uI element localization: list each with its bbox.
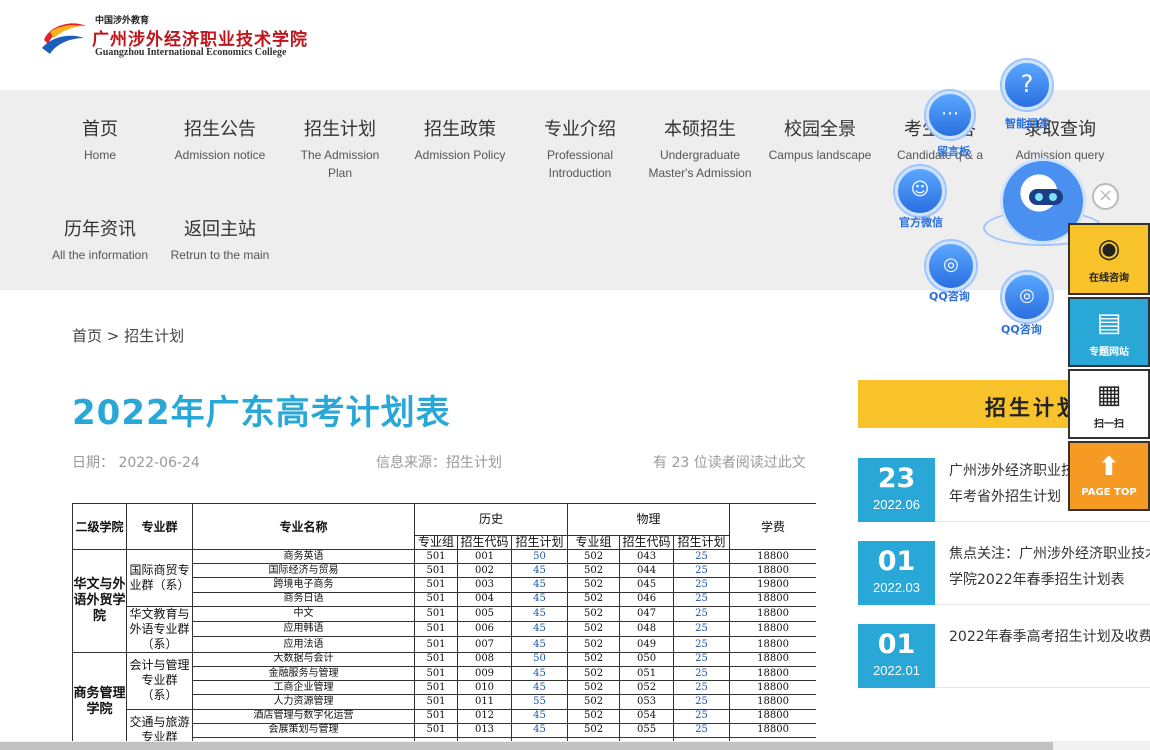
scan-qr-tile[interactable]: ▦ 扫一扫 bbox=[1068, 369, 1150, 439]
college-logo[interactable]: 中国涉外教育 广州涉外经济职业技术学院 Guangzhou Internatio… bbox=[40, 12, 340, 62]
header-hist-plan: 招生计划 bbox=[510, 534, 569, 551]
header-major: 专业名称 bbox=[192, 503, 415, 550]
message-board-label: 留言板 bbox=[937, 145, 970, 158]
nav-item-admission-notice[interactable]: 招生公告 Admission notice bbox=[160, 116, 280, 164]
table-row: 商务管理学院 会计与管理专业群（系） 大数据与会计 501 008 50 502 050 2… bbox=[72, 651, 816, 741]
smart-qa-label: 智能问答 bbox=[1005, 117, 1049, 130]
header-phys-plan: 招生计划 bbox=[673, 534, 731, 551]
qr-code-icon: ▦ bbox=[1096, 380, 1122, 410]
arrow-up-icon: ⬆ bbox=[1098, 452, 1120, 482]
news-title[interactable]: 2022年春季高考招生计划及收费 bbox=[949, 624, 1150, 680]
topic-site-tile[interactable]: ▤ 专题网站 bbox=[1068, 297, 1150, 367]
nav-item-campus-landscape[interactable]: 校园全景 Campus landscape bbox=[760, 116, 880, 164]
nav-item-home[interactable]: 首页 Home bbox=[40, 116, 160, 164]
online-consult-tile[interactable]: ◉ 在线咨询 bbox=[1068, 223, 1150, 295]
wechat-label: 官方微信 bbox=[899, 216, 943, 229]
header-history: 历史 bbox=[413, 503, 569, 536]
breadcrumb: 首页 > 招生计划 bbox=[72, 325, 184, 346]
nav-item-information[interactable]: 历年资讯 All the information bbox=[40, 216, 160, 264]
globe-icon: ◎ bbox=[943, 254, 959, 275]
news-date-badge: 23 2022.06 bbox=[858, 458, 935, 522]
inbox-icon: ▤ bbox=[1096, 308, 1122, 338]
nav-item-undergrad-master[interactable]: 本硕招生 Undergraduate Master's Admission bbox=[640, 116, 760, 182]
group-cell: 交通与旅游专业群 bbox=[126, 708, 193, 741]
header-hist-code: 招生代码 bbox=[457, 534, 512, 551]
nav-item-professional-intro[interactable]: 专业介绍 Professional Introduction bbox=[520, 116, 640, 182]
nav-item-admission-plan[interactable]: 招生计划 The Admission Plan bbox=[280, 116, 400, 182]
smart-qa-button[interactable]: ? bbox=[1002, 60, 1052, 110]
news-item[interactable]: 01 2022.03 焦点关注：广州涉外经济职业技术学院2022年春季招生计划表 bbox=[858, 541, 1150, 605]
wechat-icon: ☺ bbox=[910, 179, 930, 200]
qq-penguin-icon: ◉ bbox=[1097, 234, 1121, 264]
qq-consult-label-1: QQ咨询 bbox=[929, 290, 970, 303]
article-date: 日期： 2022-06-24 bbox=[72, 455, 200, 471]
breadcrumb-separator: > bbox=[106, 327, 120, 345]
page-top-tile[interactable]: ⬆ PAGE TOP bbox=[1068, 441, 1150, 511]
wechat-button[interactable]: ☺ bbox=[895, 166, 945, 216]
sidebar-title: 招生计划 bbox=[985, 396, 1081, 420]
robot-eyes bbox=[1029, 189, 1063, 205]
header-group: 专业群 bbox=[126, 503, 193, 550]
admission-plan-table: 二级学院 专业群 专业名称 历史 物理 学费 专业组 招生代码 招生计划 专业组… bbox=[72, 503, 816, 741]
news-title[interactable]: 焦点关注：广州涉外经济职业技术学院2022年春季招生计划表 bbox=[949, 541, 1150, 597]
table-row: 华文教育与外语专业群（系） 中文 501 005 45 502 047 25 18800 bbox=[73, 605, 816, 653]
article-title: 2022年广东高考计划表 bbox=[72, 393, 451, 433]
group-cell: 国际商贸专业群（系） bbox=[126, 549, 193, 607]
qq-consult-label-2: QQ咨询 bbox=[1001, 323, 1042, 336]
nav-item-admission-policy[interactable]: 招生政策 Admission Policy bbox=[400, 116, 520, 164]
group-cell: 华文教育与外语专业群（系） bbox=[126, 605, 193, 653]
divider bbox=[935, 521, 1150, 522]
article-source: 信息来源：招生计划 bbox=[376, 455, 502, 471]
dept-cell: 华文与外语外贸学院 bbox=[72, 549, 127, 653]
qq-consult-button-1[interactable]: ◎ bbox=[926, 241, 976, 291]
question-icon: ? bbox=[1020, 70, 1034, 98]
horizontal-scrollbar[interactable] bbox=[0, 741, 1150, 750]
news-item[interactable]: 01 2022.01 2022年春季高考招生计划及收费 bbox=[858, 624, 1150, 688]
header-dept: 二级学院 bbox=[72, 503, 127, 550]
table-row: 交通与旅游专业群 酒店管理与数字化运营 501 012 45 502 054 25 18800 bbox=[73, 708, 816, 741]
header-phys-group: 专业组 bbox=[567, 534, 621, 551]
group-cell: 会计与管理专业群（系） bbox=[126, 651, 193, 710]
admission-plan-table-wrapper: 二级学院 专业群 专业名称 历史 物理 学费 专业组 招生代码 招生计划 专业组… bbox=[72, 503, 816, 741]
scrollbar-thumb[interactable] bbox=[0, 742, 1053, 750]
dept-cell: 商务管理学院 bbox=[72, 651, 127, 741]
divider bbox=[935, 687, 1150, 688]
message-board-button[interactable]: ⋯ bbox=[926, 91, 974, 139]
nav-item-return-main[interactable]: 返回主站 Retrun to the main bbox=[160, 216, 280, 264]
header-phys-code: 招生代码 bbox=[619, 534, 675, 551]
article-read-count: 有 23 位读者阅读过此文 bbox=[653, 455, 806, 471]
news-date-badge: 01 2022.03 bbox=[858, 541, 935, 605]
close-icon[interactable]: × bbox=[1092, 183, 1119, 210]
logo-emblem-icon bbox=[42, 23, 86, 54]
breadcrumb-home-link[interactable]: 首页 bbox=[72, 327, 102, 345]
main-nav: 首页 Home 招生公告 Admission notice 招生计划 The Admi… bbox=[0, 90, 1150, 290]
header-fee: 学费 bbox=[729, 503, 816, 550]
header-physics: 物理 bbox=[567, 503, 731, 536]
globe-icon: ◎ bbox=[1019, 285, 1035, 306]
logo-english-name: Guangzhou International Economics Colleg… bbox=[95, 47, 287, 58]
table-row: 华文与外语外贸学院 国际商贸专业群（系） 商务英语 501 001 50 502 043 2… bbox=[72, 548, 816, 653]
qq-consult-button-2[interactable]: ◎ bbox=[1002, 272, 1052, 322]
header-hist-group: 专业组 bbox=[414, 534, 458, 551]
news-date-badge: 01 2022.01 bbox=[858, 624, 935, 688]
chat-bubble-icon: ⋯ bbox=[941, 103, 959, 124]
breadcrumb-current[interactable]: 招生计划 bbox=[124, 327, 184, 345]
divider bbox=[935, 604, 1150, 605]
